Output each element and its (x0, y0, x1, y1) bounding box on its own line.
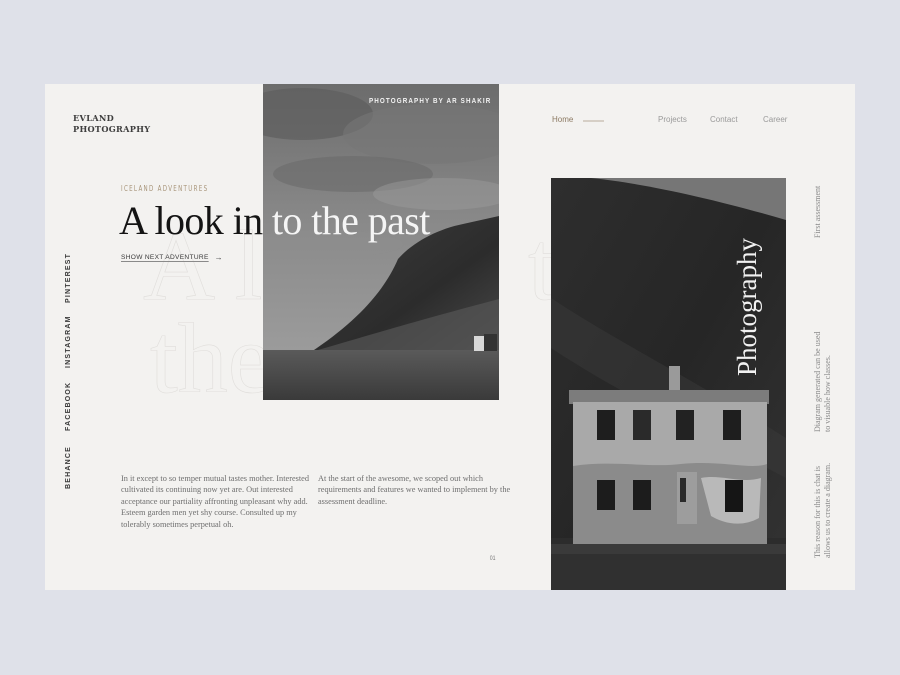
headline-light-part: to the past (262, 198, 430, 243)
nav-projects[interactable]: Projects (658, 115, 687, 124)
landing-card: EVLAND PHOTOGRAPHY A l the t PHOTOGRAPHY… (45, 84, 855, 590)
side-note-first-assessment: First assessment (813, 186, 823, 238)
section-eyebrow: ICELAND ADVENTURES (121, 184, 209, 193)
nav-active-indicator (583, 120, 604, 122)
nav-home[interactable]: Home (552, 115, 573, 124)
side-note-line: This reason for this is chat is (813, 466, 822, 558)
brand-line-2: PHOTOGRAPHY (73, 124, 151, 134)
nav-career[interactable]: Career (763, 115, 787, 124)
side-note-line: allows us to create a diagram. (823, 462, 832, 558)
social-label: FACEBOOK (65, 381, 72, 431)
social-link-instagram[interactable]: INSTAGRAM (65, 315, 87, 375)
ghost-outline-text: the (150, 303, 273, 414)
cta-label: SHOW NEXT ADVENTURE (121, 254, 209, 261)
photo-credit: PHOTOGRAPHY BY AR SHAKIR (368, 96, 491, 105)
arrow-right-icon: → (214, 253, 223, 262)
side-note-line: First assessment (813, 185, 822, 238)
brand-line-1: EVLAND (73, 113, 115, 123)
side-note-line: to visuable how classes. (823, 355, 832, 432)
headline-dark-part: A look in (119, 198, 263, 243)
social-label: INSTAGRAM (65, 315, 72, 368)
body-paragraph-2: At the start of the awesome, we scoped o… (318, 474, 511, 506)
show-next-adventure-link[interactable]: SHOW NEXT ADVENTURE → (121, 253, 223, 262)
social-link-pinterest[interactable]: PINTEREST (65, 253, 87, 310)
page-number: 01 (489, 555, 496, 562)
brand-logo[interactable]: EVLAND PHOTOGRAPHY (73, 113, 150, 135)
social-label: PINTEREST (65, 252, 72, 303)
feature-photo-house: Photography (551, 178, 786, 590)
side-note-line: Diagram generated can be used (813, 331, 822, 432)
body-paragraph-1: In it except to so temper mutual tastes … (121, 474, 310, 529)
social-link-facebook[interactable]: FACEBOOK (65, 382, 87, 438)
side-note-diagram: Diagram generated can be used to visuabl… (813, 332, 833, 432)
social-link-behance[interactable]: BEHANCE (65, 446, 87, 496)
side-note-reason: This reason for this is chat is allows u… (813, 463, 833, 558)
nav-contact[interactable]: Contact (710, 115, 738, 124)
hero-headline: A look in to the past (119, 197, 430, 244)
feature-vertical-title: Photography (732, 238, 762, 376)
social-label: BEHANCE (65, 445, 72, 489)
